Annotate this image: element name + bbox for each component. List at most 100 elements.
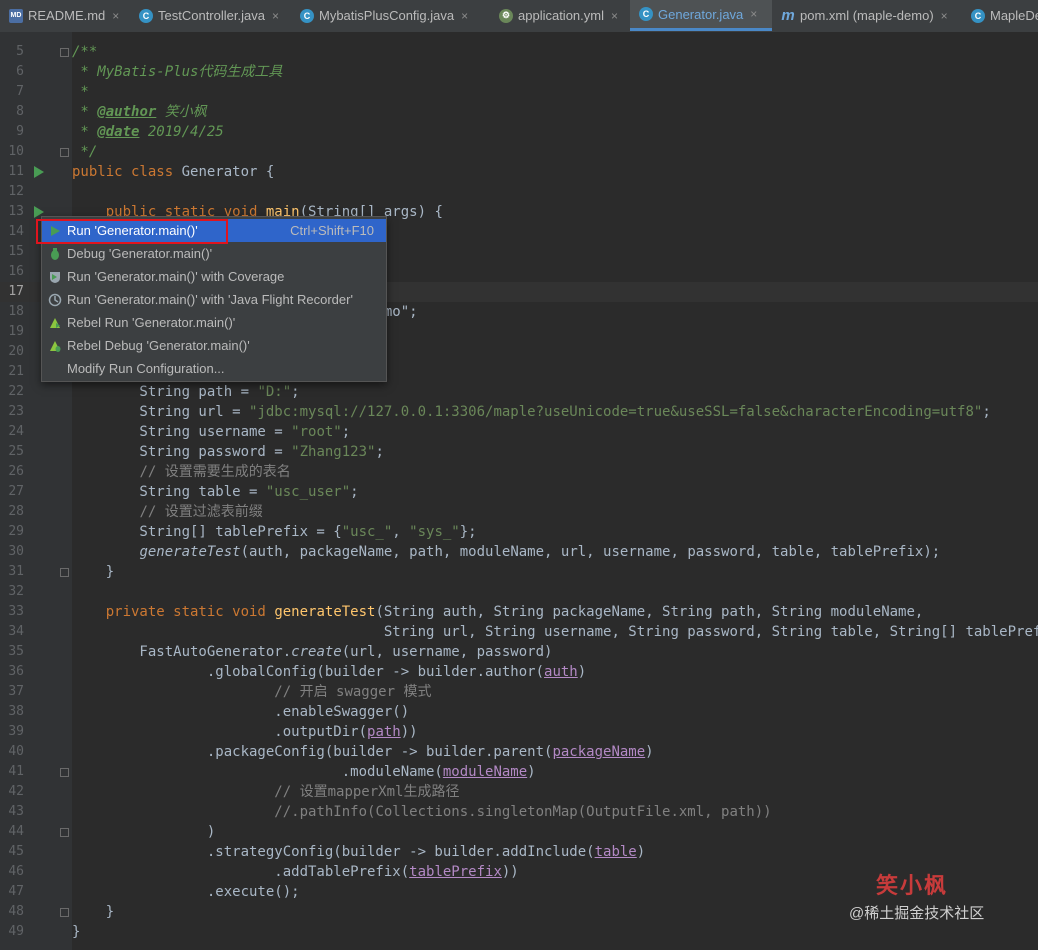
close-tab-icon[interactable]: ×: [750, 7, 757, 21]
code-line[interactable]: 29 String[] tablePrefix = {"usc_", "sys_…: [0, 522, 1038, 542]
menu-item-label: Run 'Generator.main()' with 'Java Flight…: [67, 292, 353, 307]
tab-4[interactable]: C Generator.java ×: [630, 0, 772, 31]
line-number: 25: [8, 444, 24, 459]
profiler-icon: [48, 293, 62, 307]
code-text: .strategyConfig(builder -> builder.addIn…: [72, 844, 646, 860]
code-line[interactable]: 10 */: [0, 142, 1038, 162]
code-line[interactable]: 31 }: [0, 562, 1038, 582]
code-line[interactable]: 45 .strategyConfig(builder -> builder.ad…: [0, 842, 1038, 862]
fold-marker-icon[interactable]: [60, 768, 69, 777]
tab-3[interactable]: ⚙ application.yml ×: [490, 0, 630, 31]
fold-marker-icon[interactable]: [60, 48, 69, 57]
maven-file-icon: m: [781, 7, 795, 24]
code-text: *: [72, 84, 89, 100]
code-text: }: [72, 924, 81, 940]
code-line[interactable]: 6 * MyBatis-Plus代码生成工具: [0, 62, 1038, 82]
tab-6[interactable]: C MapleDe: [962, 0, 1038, 31]
code-text: String url = "jdbc:mysql://127.0.0.1:330…: [72, 404, 991, 420]
line-number: 39: [8, 724, 24, 739]
close-tab-icon[interactable]: ×: [611, 9, 618, 23]
code-line[interactable]: 11 public class Generator {: [0, 162, 1038, 182]
code-line[interactable]: 37 // 开启 swagger 模式: [0, 682, 1038, 702]
code-text: .execute();: [72, 884, 300, 900]
line-number: 12: [8, 184, 24, 199]
menu-item-3[interactable]: Run 'Generator.main()' with 'Java Flight…: [42, 288, 386, 311]
code-line[interactable]: 12: [0, 182, 1038, 202]
code-text: .enableSwagger(): [72, 704, 410, 720]
tab-label: pom.xml (maple-demo): [800, 8, 934, 23]
code-line[interactable]: 41 .moduleName(moduleName): [0, 762, 1038, 782]
code-text: String table = "usc_user";: [72, 484, 359, 500]
line-number: 28: [8, 504, 24, 519]
menu-item-2[interactable]: Run 'Generator.main()' with Coverage: [42, 265, 386, 288]
code-line[interactable]: 28 // 设置过滤表前缀: [0, 502, 1038, 522]
close-tab-icon[interactable]: ×: [941, 9, 948, 23]
tab-2[interactable]: C MybatisPlusConfig.java ×: [291, 0, 490, 31]
yaml-file-icon: ⚙: [499, 8, 513, 23]
menu-item-1[interactable]: Debug 'Generator.main()': [42, 242, 386, 265]
code-text: // 设置需要生成的表名: [139, 464, 291, 480]
code-line[interactable]: 49}: [0, 922, 1038, 942]
line-number: 6: [16, 64, 24, 79]
code-line[interactable]: 32: [0, 582, 1038, 602]
code-line[interactable]: 36 .globalConfig(builder -> builder.auth…: [0, 662, 1038, 682]
code-line[interactable]: 9 * @date 2019/4/25: [0, 122, 1038, 142]
menu-item-6[interactable]: Modify Run Configuration...: [42, 357, 386, 380]
line-number: 31: [8, 564, 24, 579]
tab-0[interactable]: MD README.md ×: [0, 0, 130, 31]
code-text: //.pathInfo(Collections.singletonMap(Out…: [274, 804, 772, 820]
code-line[interactable]: 33 private static void generateTest(Stri…: [0, 602, 1038, 622]
menu-item-5[interactable]: Rebel Debug 'Generator.main()': [42, 334, 386, 357]
close-tab-icon[interactable]: ×: [461, 9, 468, 23]
run-gutter-icon[interactable]: [34, 166, 44, 178]
tab-label: README.md: [28, 8, 106, 23]
line-number: 20: [8, 344, 24, 359]
code-line[interactable]: 27 String table = "usc_user";: [0, 482, 1038, 502]
code-line[interactable]: 34 String url, String username, String p…: [0, 622, 1038, 642]
tab-label: MapleDe: [990, 8, 1038, 23]
fold-marker-icon[interactable]: [60, 828, 69, 837]
code-text: FastAutoGenerator.create(url, username, …: [72, 644, 553, 660]
tab-5[interactable]: m pom.xml (maple-demo) ×: [772, 0, 962, 31]
fold-marker-icon[interactable]: [60, 568, 69, 577]
fold-marker-icon[interactable]: [60, 148, 69, 157]
line-number: 24: [8, 424, 24, 439]
java-class-icon: C: [639, 7, 653, 21]
code-text: ): [72, 824, 216, 840]
code-line[interactable]: 7 *: [0, 82, 1038, 102]
code-line[interactable]: 35 FastAutoGenerator.create(url, usernam…: [0, 642, 1038, 662]
menu-item-label: Modify Run Configuration...: [67, 361, 225, 376]
menu-item-4[interactable]: Rebel Run 'Generator.main()': [42, 311, 386, 334]
line-number: 38: [8, 704, 24, 719]
code-line[interactable]: 39 .outputDir(path)): [0, 722, 1038, 742]
code-line[interactable]: 22 String path = "D:";: [0, 382, 1038, 402]
code-line[interactable]: 43 //.pathInfo(Collections.singletonMap(…: [0, 802, 1038, 822]
line-number: 35: [8, 644, 24, 659]
code-line[interactable]: 40 .packageConfig(builder -> builder.par…: [0, 742, 1038, 762]
code-line[interactable]: 42 // 设置mapperXml生成路径: [0, 782, 1038, 802]
code-line[interactable]: 23 String url = "jdbc:mysql://127.0.0.1:…: [0, 402, 1038, 422]
code-line[interactable]: 5 /**: [0, 42, 1038, 62]
code-line[interactable]: 30 generateTest(auth, packageName, path,…: [0, 542, 1038, 562]
code-line[interactable]: 26 // 设置需要生成的表名: [0, 462, 1038, 482]
markdown-file-icon: MD: [9, 8, 23, 23]
line-number: 37: [8, 684, 24, 699]
code-line[interactable]: 38 .enableSwagger(): [0, 702, 1038, 722]
line-number: 30: [8, 544, 24, 559]
code-line[interactable]: 8 * @author 笑小枫: [0, 102, 1038, 122]
close-tab-icon[interactable]: ×: [112, 9, 119, 23]
line-number: 22: [8, 384, 24, 399]
line-number: 14: [8, 224, 24, 239]
line-number: 7: [16, 84, 24, 99]
code-line[interactable]: 44 ): [0, 822, 1038, 842]
code-text: * @date 2019/4/25: [72, 124, 224, 140]
code-line[interactable]: 24 String username = "root";: [0, 422, 1038, 442]
code-editor[interactable]: 5/** 6 * MyBatis-Plus代码生成工具 7 * 8 * @author…: [0, 32, 1038, 950]
close-tab-icon[interactable]: ×: [272, 9, 279, 23]
fold-marker-icon[interactable]: [60, 908, 69, 917]
java-class-icon: C: [971, 8, 985, 23]
code-text: // 开启 swagger 模式: [274, 684, 432, 700]
watermark-logo: 笑小枫: [876, 873, 949, 899]
code-line[interactable]: 25 String password = "Zhang123";: [0, 442, 1038, 462]
tab-1[interactable]: C TestController.java ×: [130, 0, 291, 31]
